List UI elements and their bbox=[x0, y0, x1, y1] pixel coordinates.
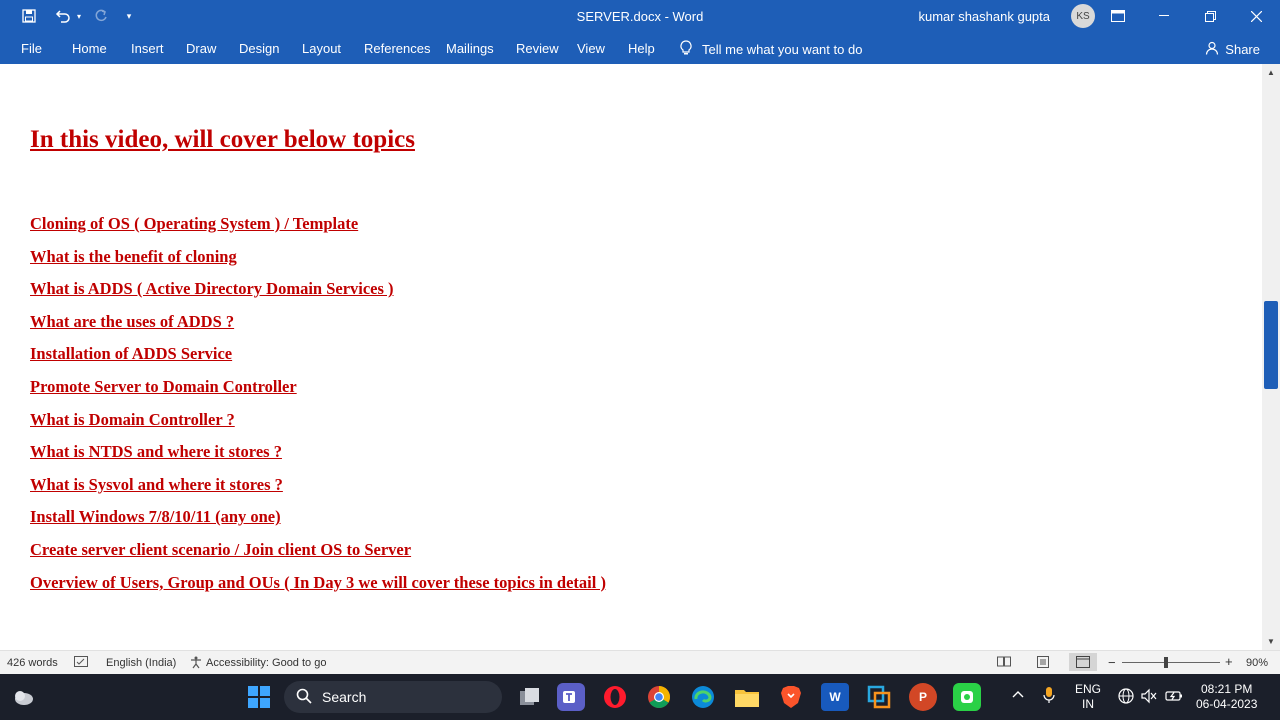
ribbon-tabs: File Home Insert Draw Design Layout Refe… bbox=[0, 33, 1280, 64]
screen-recorder-icon[interactable] bbox=[953, 683, 981, 711]
status-bar: 426 words English (India) Accessibility:… bbox=[0, 650, 1280, 674]
tab-draw[interactable]: Draw bbox=[186, 41, 216, 56]
task-view-icon[interactable] bbox=[516, 683, 544, 711]
topic-item: What is Domain Controller ? bbox=[30, 409, 235, 429]
topic-item: Create server client scenario / Join cli… bbox=[30, 539, 412, 559]
topic-item: Promote Server to Domain Controller bbox=[30, 376, 297, 396]
title-bar: ▾ ▾ SERVER.docx - Word kumar shashank gu… bbox=[0, 0, 1280, 33]
scroll-up-icon[interactable]: ▲ bbox=[1262, 64, 1280, 81]
lightbulb-icon bbox=[680, 40, 692, 59]
person-icon bbox=[1205, 41, 1219, 58]
restore-icon[interactable] bbox=[1187, 0, 1233, 32]
topic-item: Installation of ADDS Service bbox=[30, 344, 233, 364]
chrome-icon[interactable] bbox=[645, 683, 673, 711]
tell-me-label: Tell me what you want to do bbox=[702, 42, 863, 57]
search-label: Search bbox=[322, 689, 367, 705]
topic-item: Install Windows 7/8/10/11 (any one) bbox=[30, 507, 281, 527]
taskbar-search[interactable]: Search bbox=[284, 681, 502, 713]
accessibility-status[interactable]: Accessibility: Good to go bbox=[206, 657, 326, 669]
battery-icon[interactable] bbox=[1165, 688, 1183, 708]
network-icon[interactable] bbox=[1118, 688, 1134, 708]
zoom-out-icon[interactable]: − bbox=[1108, 655, 1116, 670]
start-windows-icon[interactable] bbox=[245, 683, 273, 711]
opera-icon[interactable] bbox=[601, 683, 629, 711]
share-label: Share bbox=[1225, 42, 1260, 57]
web-layout-icon[interactable] bbox=[1069, 653, 1097, 671]
topic-item: Overview of Users, Group and OUs ( In Da… bbox=[30, 572, 606, 592]
tab-mailings[interactable]: Mailings bbox=[446, 41, 494, 56]
word-taskbar-icon[interactable]: W bbox=[821, 683, 849, 711]
language-code: ENG bbox=[1075, 682, 1102, 696]
vertical-scrollbar[interactable]: ▲ ▼ bbox=[1262, 64, 1280, 650]
microphone-icon[interactable] bbox=[1043, 686, 1055, 708]
word-count[interactable]: 426 words bbox=[7, 657, 58, 669]
virtual-machine-icon[interactable] bbox=[865, 683, 893, 711]
tab-layout[interactable]: Layout bbox=[302, 41, 341, 56]
region-code: IN bbox=[1082, 697, 1094, 711]
topic-item: Cloning of OS ( Operating System ) / Tem… bbox=[30, 214, 359, 233]
scroll-down-icon[interactable]: ▼ bbox=[1262, 633, 1280, 650]
tell-me-search[interactable]: Tell me what you want to do bbox=[680, 40, 862, 59]
user-name[interactable]: kumar shashank gupta bbox=[918, 9, 1050, 24]
proofing-icon[interactable] bbox=[74, 656, 88, 670]
tab-insert[interactable]: Insert bbox=[131, 41, 164, 56]
topic-item: What is Sysvol and where it stores ? bbox=[30, 474, 283, 494]
tab-help[interactable]: Help bbox=[628, 41, 655, 56]
avatar[interactable]: KS bbox=[1071, 4, 1095, 28]
file-explorer-icon[interactable] bbox=[733, 683, 761, 711]
print-layout-icon[interactable] bbox=[1037, 656, 1049, 671]
tab-view[interactable]: View bbox=[577, 41, 605, 56]
clock[interactable]: 08:21 PM 06-04-2023 bbox=[1196, 682, 1257, 712]
volume-muted-icon[interactable] bbox=[1141, 688, 1157, 708]
tab-references[interactable]: References bbox=[364, 41, 430, 56]
zoom-slider-track[interactable] bbox=[1122, 662, 1220, 663]
teams-icon[interactable] bbox=[557, 683, 585, 711]
read-mode-icon[interactable] bbox=[997, 656, 1011, 670]
close-icon[interactable] bbox=[1233, 0, 1279, 32]
weather-icon[interactable] bbox=[9, 683, 37, 711]
zoom-in-icon[interactable]: + bbox=[1225, 654, 1233, 669]
tab-home[interactable]: Home bbox=[72, 41, 107, 56]
topic-list: Cloning of OS ( Operating System ) / Tem… bbox=[30, 214, 606, 605]
tab-review[interactable]: Review bbox=[516, 41, 559, 56]
language[interactable]: English (India) bbox=[106, 657, 176, 669]
brave-icon[interactable] bbox=[777, 683, 805, 711]
scroll-thumb[interactable] bbox=[1264, 301, 1278, 389]
show-hidden-icons-icon[interactable] bbox=[1012, 687, 1024, 702]
zoom-level[interactable]: 90% bbox=[1246, 657, 1268, 669]
share-button[interactable]: Share bbox=[1205, 41, 1260, 58]
document-page[interactable]: In this video, will cover below topics C… bbox=[0, 64, 1262, 650]
minimize-icon[interactable] bbox=[1141, 0, 1187, 32]
zoom-slider-thumb[interactable] bbox=[1164, 657, 1168, 668]
page-heading: In this video, will cover below topics bbox=[30, 126, 415, 153]
clock-time: 08:21 PM bbox=[1201, 682, 1253, 696]
topic-item: What is NTDS and where it stores ? bbox=[30, 442, 282, 462]
edge-icon[interactable] bbox=[689, 683, 717, 711]
topic-item: What is the benefit of cloning bbox=[30, 246, 237, 266]
accessibility-icon bbox=[190, 656, 204, 672]
tab-file[interactable]: File bbox=[21, 41, 42, 56]
topic-item: What are the uses of ADDS ? bbox=[30, 311, 235, 331]
tab-design[interactable]: Design bbox=[239, 41, 279, 56]
taskbar: Search W P ENG IN 08:21 PM 06-04-2023 bbox=[0, 674, 1280, 720]
topic-item: What is ADDS ( Active Directory Domain S… bbox=[30, 279, 394, 299]
input-language[interactable]: ENG IN bbox=[1075, 682, 1101, 712]
ribbon-display-options-icon[interactable] bbox=[1095, 0, 1141, 32]
powerpoint-icon[interactable]: P bbox=[909, 683, 937, 711]
clock-date: 06-04-2023 bbox=[1196, 697, 1258, 711]
search-icon bbox=[296, 688, 312, 707]
